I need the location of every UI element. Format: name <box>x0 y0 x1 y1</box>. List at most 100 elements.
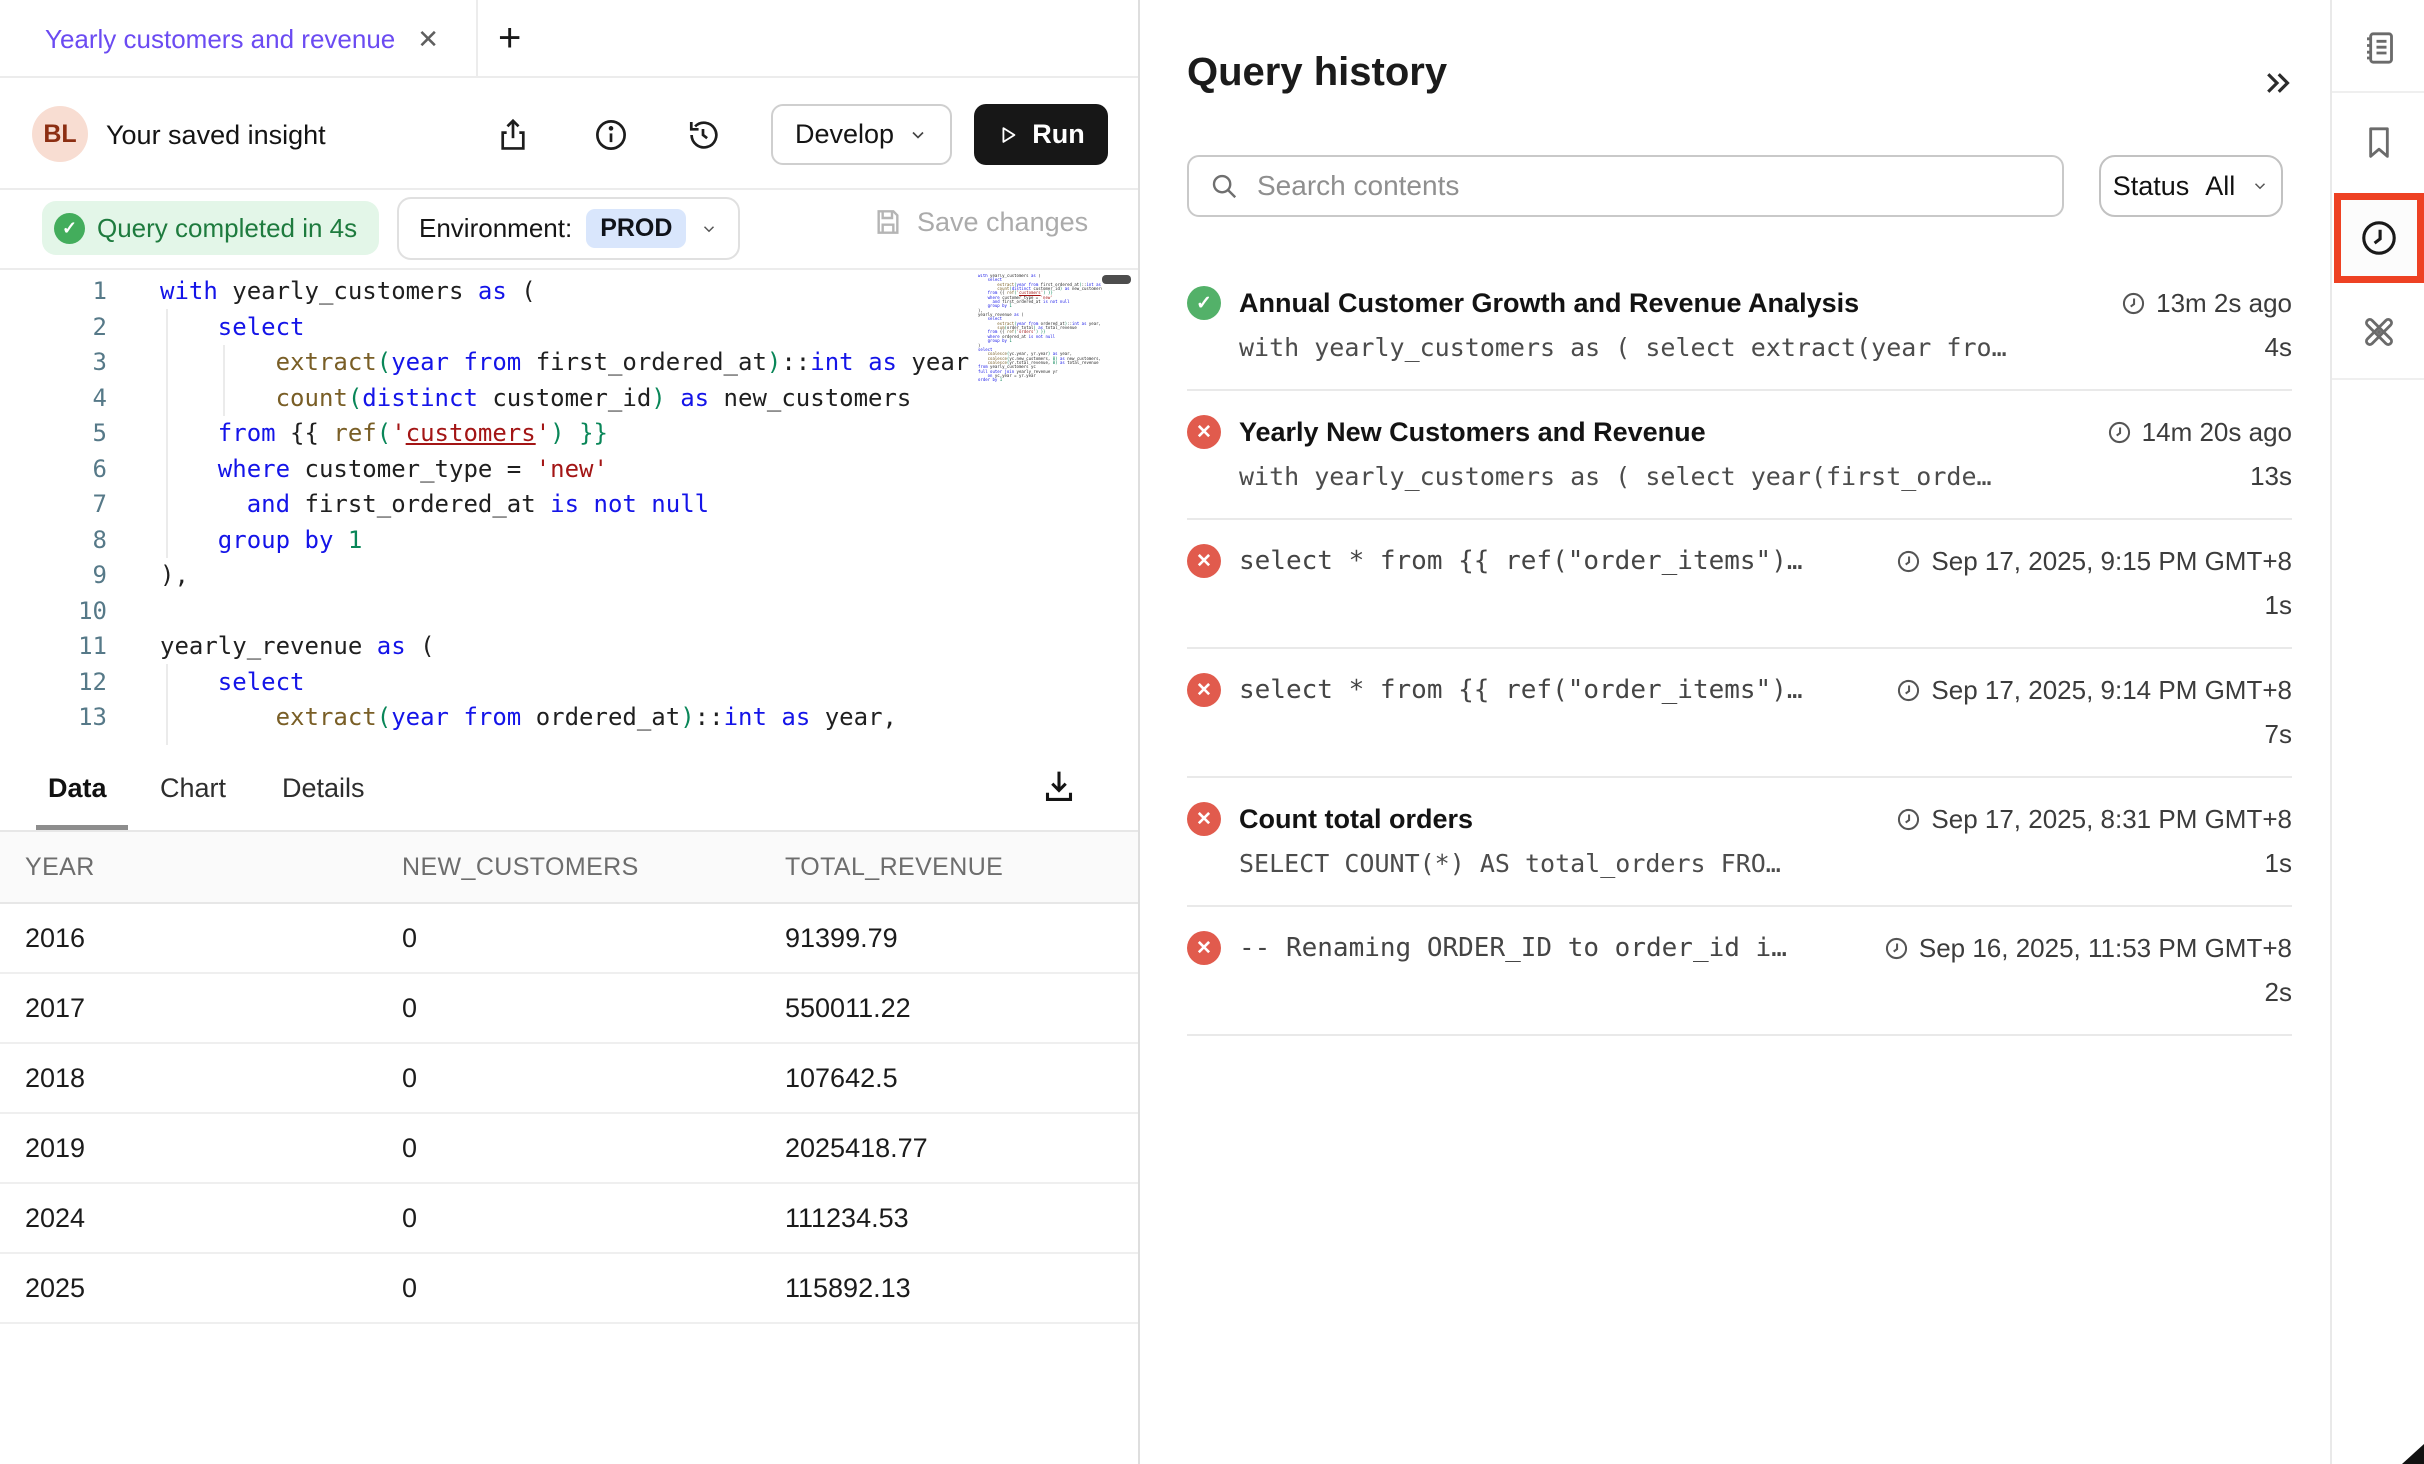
table-cell: 2018 <box>25 1063 402 1094</box>
chevron-down-icon <box>2251 177 2269 195</box>
sql-code-editor[interactable]: 1with yearly_customers as (2 select3 ext… <box>0 268 1138 745</box>
avatar: BL <box>32 106 88 162</box>
insight-header: BL Your saved insight Develop <box>0 78 1138 190</box>
query-history-item[interactable]: ✓ Annual Customer Growth and Revenue Ana… <box>1187 262 2292 391</box>
query-history-item[interactable]: ✕ -- Renaming ORDER_ID to order_id i… Se… <box>1187 907 2292 1036</box>
table-cell: 91399.79 <box>785 923 1138 954</box>
code-line[interactable]: 10 <box>0 594 1138 630</box>
history-icon <box>684 116 722 154</box>
query-history-item[interactable]: ✕ Count total orders Sep 17, 2025, 8:31 … <box>1187 778 2292 907</box>
query-title: Annual Customer Growth and Revenue Analy… <box>1239 288 2102 319</box>
code-line[interactable]: 2 select <box>0 310 1138 346</box>
query-time: Sep 17, 2025, 8:31 PM GMT+8 <box>1931 804 2292 835</box>
status-filter-value: All <box>2205 171 2235 202</box>
close-tab-icon[interactable]: ✕ <box>417 24 439 55</box>
develop-dropdown[interactable]: Develop <box>771 104 952 165</box>
info-icon <box>592 116 630 154</box>
environment-dropdown[interactable]: Environment: PROD <box>397 197 740 260</box>
share-button[interactable] <box>494 116 532 154</box>
double-chevron-right-icon <box>2256 62 2298 104</box>
search-input[interactable] <box>1257 170 2042 202</box>
line-number: 11 <box>0 629 107 665</box>
rail-separator <box>2332 378 2424 380</box>
query-history-list: ✓ Annual Customer Growth and Revenue Ana… <box>1187 262 2292 1036</box>
code-line[interactable]: 12 select <box>0 665 1138 701</box>
line-number: 2 <box>0 310 107 346</box>
clock-icon <box>1895 677 1922 704</box>
table-cell: 107642.5 <box>785 1063 1138 1094</box>
environment-value: PROD <box>586 209 686 248</box>
code-line[interactable]: 5 from {{ ref('customers') }} <box>0 416 1138 452</box>
line-number: 5 <box>0 416 107 452</box>
tab-yearly-customers[interactable]: Yearly customers and revenue ✕ <box>45 0 439 78</box>
query-time: Sep 16, 2025, 11:53 PM GMT+8 <box>1919 933 2292 964</box>
table-cell: 550011.22 <box>785 993 1138 1024</box>
notebook-icon <box>2359 28 2399 68</box>
clock-icon <box>1883 935 1910 962</box>
query-status-text: Query completed in 4s <box>97 213 357 244</box>
share-icon <box>494 116 532 154</box>
code-line[interactable]: 9), <box>0 558 1138 594</box>
line-number: 6 <box>0 452 107 488</box>
query-preview: SELECT COUNT(*) AS total_orders FRO… <box>1239 849 2265 878</box>
app-window: Yearly customers and revenue ✕ + BL Your… <box>0 0 2424 1464</box>
right-icon-rail <box>2330 0 2424 1464</box>
new-tab-button[interactable]: + <box>498 16 521 61</box>
query-history-item[interactable]: ✕ select * from {{ ref("order_items")… S… <box>1187 649 2292 778</box>
code-line[interactable]: 8 group by 1 <box>0 523 1138 559</box>
query-duration: 1s <box>2265 590 2292 621</box>
column-header: TOTAL_REVENUE <box>785 853 1138 882</box>
corner-cursor-artifact <box>2402 1444 2424 1464</box>
code-line[interactable]: 3 extract(year from first_ordered_at)::i… <box>0 345 1138 381</box>
notebook-panel-button[interactable] <box>2359 28 2399 68</box>
code-lines[interactable]: 1with yearly_customers as (2 select3 ext… <box>0 274 1138 736</box>
version-history-button[interactable] <box>684 116 722 154</box>
status-filter-dropdown[interactable]: Status All <box>2099 155 2283 217</box>
bookmark-icon <box>2359 123 2399 163</box>
code-line[interactable]: 4 count(distinct customer_id) as new_cus… <box>0 381 1138 417</box>
editor-minimap[interactable]: with yearly_customers as ( select extrac… <box>978 274 1102 383</box>
table-cell: 111234.53 <box>785 1203 1138 1234</box>
history-clock-icon <box>2357 216 2401 260</box>
download-results-button[interactable] <box>1036 763 1082 809</box>
line-number: 12 <box>0 665 107 701</box>
bookmarks-panel-button[interactable] <box>2359 123 2399 163</box>
table-cell: 0 <box>402 1063 785 1094</box>
clock-icon <box>1895 548 1922 575</box>
query-history-item[interactable]: ✕ select * from {{ ref("order_items")… S… <box>1187 520 2292 649</box>
run-button[interactable]: Run <box>974 104 1108 165</box>
run-label: Run <box>1032 119 1084 150</box>
compass-icon <box>2359 312 2399 352</box>
code-line[interactable]: 7 and first_ordered_at is not null <box>0 487 1138 523</box>
line-number: 7 <box>0 487 107 523</box>
active-panel-highlight <box>2334 193 2424 283</box>
editor-scrollbar-thumb[interactable] <box>1102 275 1131 284</box>
query-history-panel-button[interactable] <box>2357 216 2401 260</box>
collapse-panel-button[interactable] <box>2256 62 2300 106</box>
tab-title[interactable]: Yearly customers and revenue <box>45 24 395 55</box>
code-line[interactable]: 6 where customer_type = 'new' <box>0 452 1138 488</box>
results-table-body: 2016091399.7920170550011.2220180107642.5… <box>0 904 1138 1324</box>
query-history-item[interactable]: ✕ Yearly New Customers and Revenue 14m 2… <box>1187 391 2292 520</box>
query-duration: 7s <box>2265 719 2292 750</box>
chevron-down-icon <box>908 125 928 145</box>
code-line[interactable]: 11yearly_revenue as ( <box>0 629 1138 665</box>
info-button[interactable] <box>592 116 630 154</box>
semantic-layer-panel-button[interactable] <box>2359 312 2399 352</box>
tab-data[interactable]: Data <box>48 773 107 804</box>
code-line[interactable]: 1with yearly_customers as ( <box>0 274 1138 310</box>
column-header: NEW_CUSTOMERS <box>402 853 785 882</box>
history-search-box[interactable] <box>1187 155 2064 217</box>
code-line[interactable]: 13 extract(year from ordered_at)::int as… <box>0 700 1138 736</box>
play-icon <box>997 124 1019 146</box>
tab-details[interactable]: Details <box>282 773 365 804</box>
save-changes-label: Save changes <box>917 207 1088 238</box>
column-header: YEAR <box>25 853 402 882</box>
query-title: Count total orders <box>1239 804 1877 835</box>
line-number: 9 <box>0 558 107 594</box>
tab-chart[interactable]: Chart <box>160 773 226 804</box>
table-cell: 2024 <box>25 1203 402 1234</box>
save-changes-button[interactable]: Save changes <box>872 206 1088 238</box>
download-icon <box>1036 763 1082 809</box>
rail-separator <box>2332 91 2424 93</box>
